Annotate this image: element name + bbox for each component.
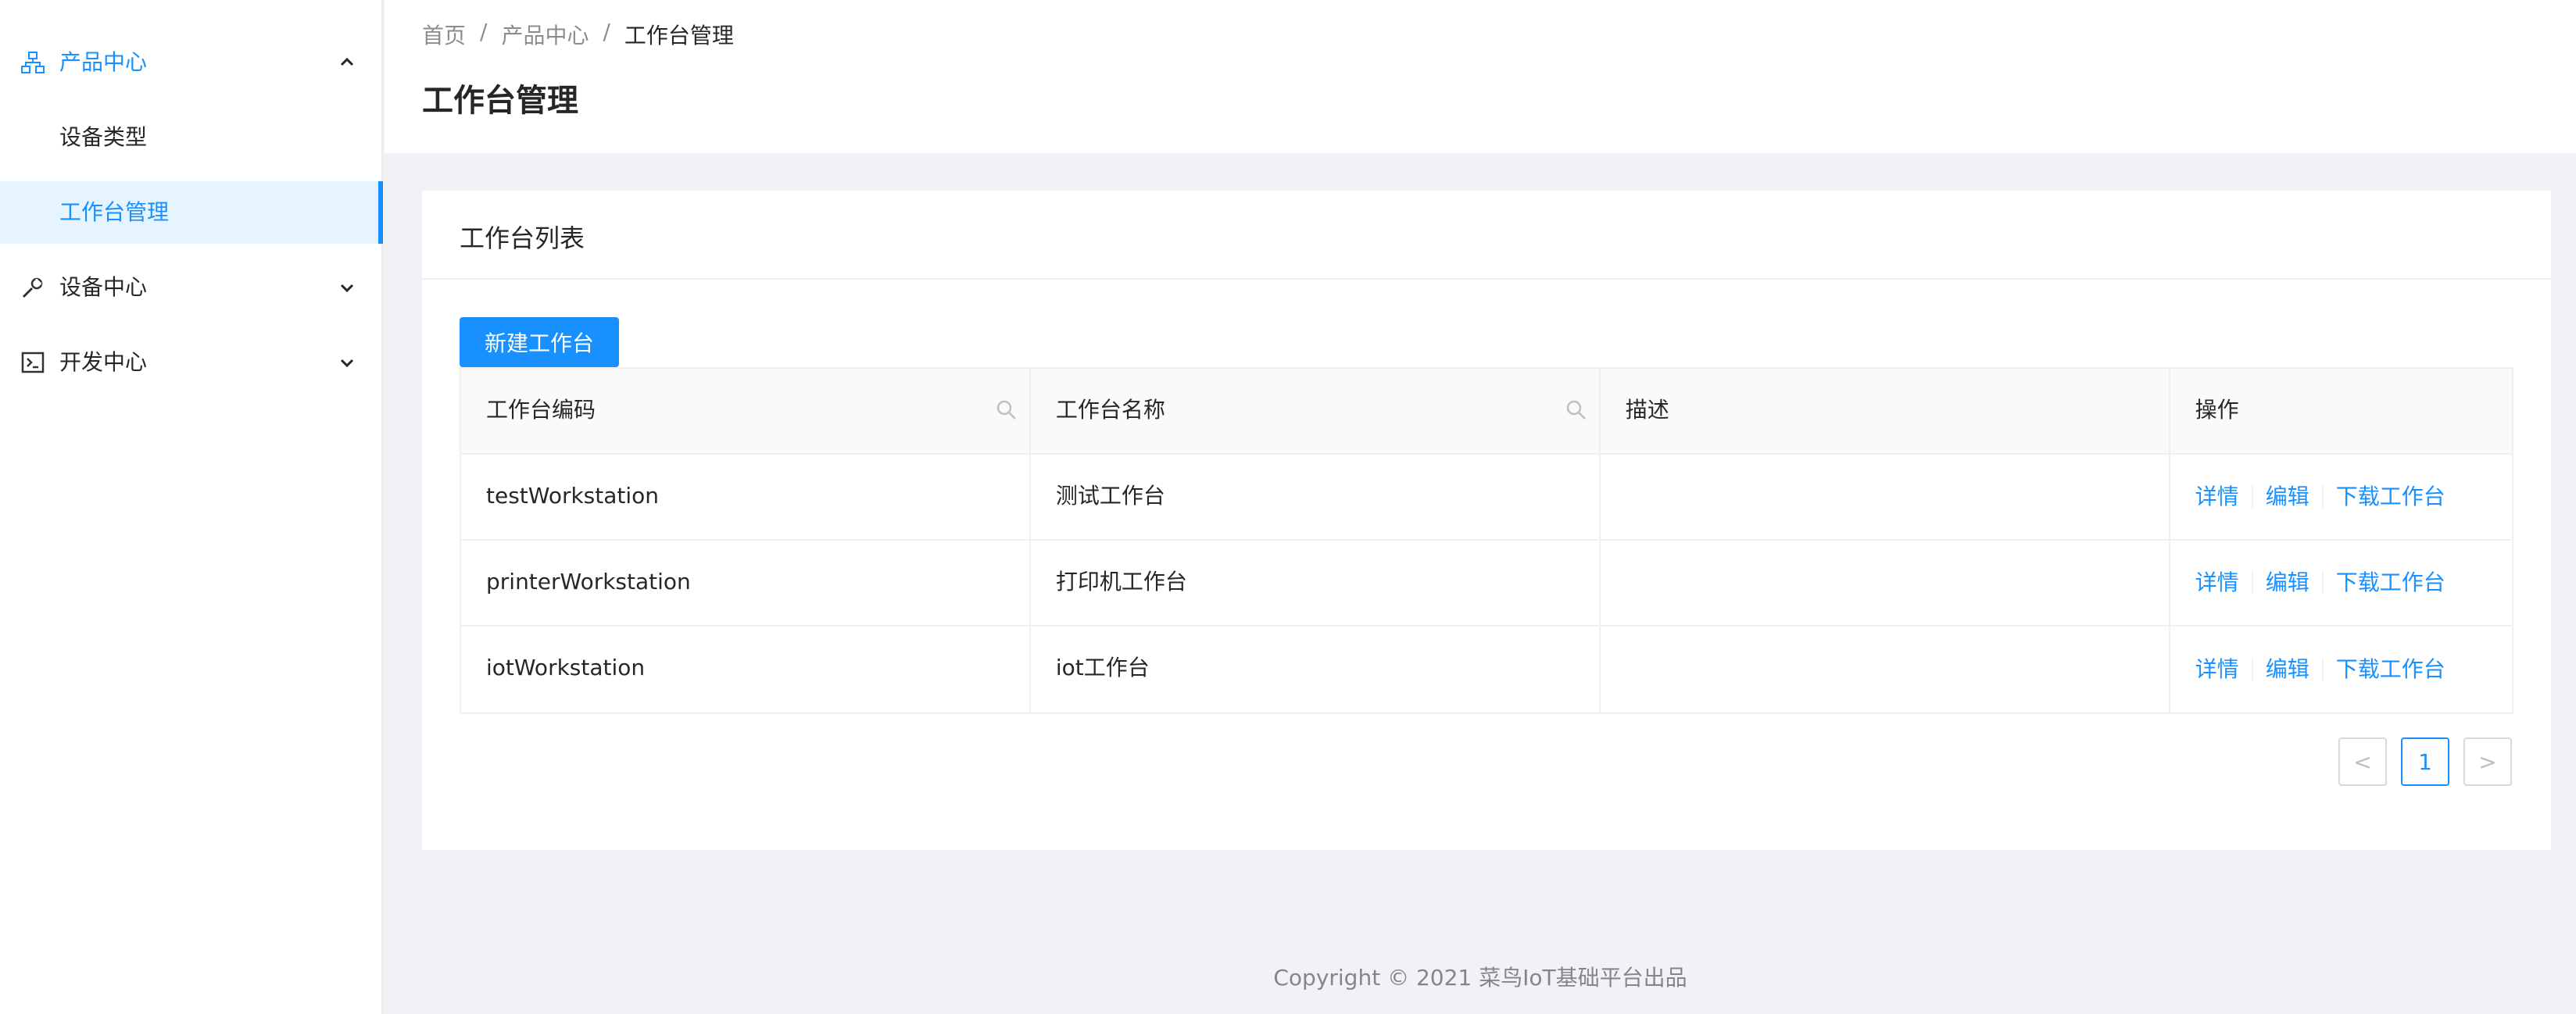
detail-link[interactable]: 详情 <box>2195 628 2239 711</box>
column-header-label: 工作台编码 <box>486 397 596 423</box>
breadcrumb-separator: / <box>603 19 610 45</box>
cell-actions: 详情 编辑 下载工作台 <box>2170 541 2512 625</box>
card-title: 工作台列表 <box>460 223 585 253</box>
page-button-1[interactable]: 1 <box>2401 737 2449 786</box>
sidebar-item-workstation-management[interactable]: 工作台管理 <box>0 181 383 244</box>
cell-code: testWorkstation <box>461 455 1031 539</box>
sidebar: 产品中心 设备类型 工作台管理 设备中心 开发中心 <box>0 0 383 1014</box>
download-link[interactable]: 下载工作台 <box>2336 628 2445 711</box>
cell-name: iot工作台 <box>1031 627 1601 712</box>
divider <box>2251 572 2253 594</box>
page-header: 首页 / 产品中心 / 工作台管理 工作台管理 <box>385 0 2576 153</box>
cell-desc <box>1601 541 2170 625</box>
cell-desc <box>1601 627 2170 712</box>
menu-product-center-label: 产品中心 <box>59 49 148 75</box>
new-workstation-button[interactable]: 新建工作台 <box>460 317 619 367</box>
cell-actions: 详情 编辑 下载工作台 <box>2170 627 2512 712</box>
breadcrumb-home[interactable]: 首页 <box>422 19 466 50</box>
breadcrumb-current: 工作台管理 <box>624 23 734 48</box>
search-icon[interactable] <box>995 398 1018 422</box>
menu-dev-center-label: 开发中心 <box>59 349 148 375</box>
menu-dev-center[interactable]: 开发中心 <box>0 331 383 394</box>
edit-link[interactable]: 编辑 <box>2266 541 2309 624</box>
divider <box>2251 659 2253 680</box>
code-icon <box>21 352 45 373</box>
next-page-button[interactable]: > <box>2463 737 2512 786</box>
chevron-down-icon <box>340 284 354 293</box>
cell-code: iotWorkstation <box>461 627 1031 712</box>
table-header-row: 工作台编码 工作台名称 描述 操作 <box>461 369 2512 455</box>
menu-product-center[interactable]: 产品中心 <box>0 31 383 94</box>
chevron-up-icon <box>340 57 354 66</box>
prev-page-button[interactable]: < <box>2338 737 2387 786</box>
download-link[interactable]: 下载工作台 <box>2336 455 2445 538</box>
column-header-desc: 描述 <box>1601 369 2170 453</box>
divider <box>2321 659 2324 680</box>
cell-actions: 详情 编辑 下载工作台 <box>2170 455 2512 539</box>
column-header-name: 工作台名称 <box>1031 369 1601 453</box>
column-header-label: 描述 <box>1625 397 1669 423</box>
tool-icon <box>22 277 43 298</box>
edit-link[interactable]: 编辑 <box>2266 455 2309 538</box>
column-header-actions: 操作 <box>2170 369 2512 453</box>
cell-name: 打印机工作台 <box>1031 541 1601 625</box>
search-icon[interactable] <box>1565 398 1588 422</box>
menu-device-center-label: 设备中心 <box>59 274 148 300</box>
workstation-table: 工作台编码 工作台名称 描述 操作 testWorkstation 测试工作台 … <box>460 367 2513 714</box>
column-header-code: 工作台编码 <box>461 369 1031 453</box>
footer-copyright: Copyright © 2021 菜鸟IoT基础平台出品 <box>1273 965 1687 991</box>
download-link[interactable]: 下载工作台 <box>2336 541 2445 624</box>
workstation-list-card: 工作台列表 新建工作台 工作台编码 工作台名称 描述 操作 testWorkst… <box>422 191 2551 850</box>
breadcrumb-product-center[interactable]: 产品中心 <box>501 19 589 50</box>
divider <box>2251 486 2253 508</box>
sidebar-item-label: 工作台管理 <box>59 199 170 225</box>
edit-link[interactable]: 编辑 <box>2266 628 2309 711</box>
divider <box>2321 572 2324 594</box>
table-row: iotWorkstation iot工作台 详情 编辑 下载工作台 <box>461 627 2512 712</box>
table-row: testWorkstation 测试工作台 详情 编辑 下载工作台 <box>461 455 2512 541</box>
sidebar-item-device-type[interactable]: 设备类型 <box>0 106 383 169</box>
cell-name: 测试工作台 <box>1031 455 1601 539</box>
card-header: 工作台列表 <box>422 191 2551 280</box>
sidebar-item-label: 设备类型 <box>59 124 148 150</box>
page-title: 工作台管理 <box>422 83 578 119</box>
cell-desc <box>1601 455 2170 539</box>
cell-code: printerWorkstation <box>461 541 1031 625</box>
detail-link[interactable]: 详情 <box>2195 455 2239 538</box>
breadcrumb: 首页 / 产品中心 / 工作台管理 <box>422 19 734 50</box>
chevron-down-icon <box>340 359 354 368</box>
column-header-label: 操作 <box>2195 397 2239 423</box>
cluster-icon <box>21 52 45 73</box>
menu-device-center[interactable]: 设备中心 <box>0 256 383 319</box>
breadcrumb-separator: / <box>480 19 488 45</box>
divider <box>2321 486 2324 508</box>
table-row: printerWorkstation 打印机工作台 详情 编辑 下载工作台 <box>461 541 2512 627</box>
detail-link[interactable]: 详情 <box>2195 541 2239 624</box>
column-header-label: 工作台名称 <box>1055 397 1165 423</box>
